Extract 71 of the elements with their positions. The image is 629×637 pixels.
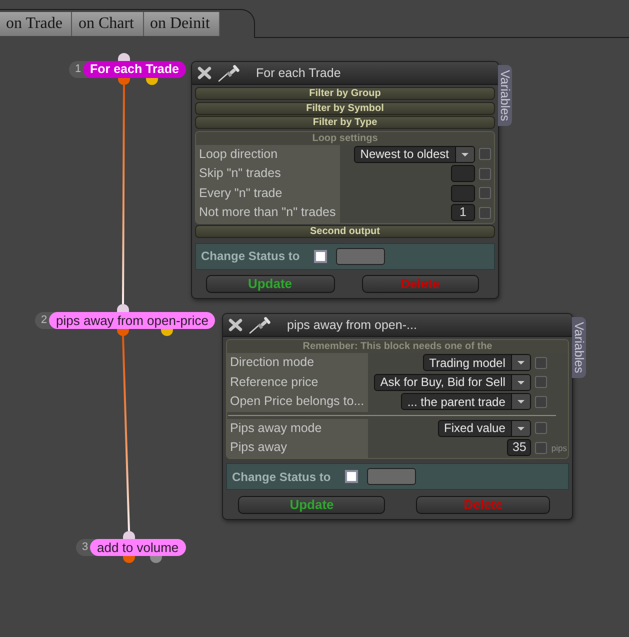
checkbox[interactable] [535,442,548,454]
output-port-icon[interactable] [150,556,162,563]
node-label[interactable]: For each Trade [83,61,186,78]
setting-label: Open Price belongs to... [227,392,368,412]
tab[interactable]: on Chart [72,12,144,36]
checkbox[interactable] [479,148,491,160]
checkbox[interactable] [479,187,491,200]
status-checkbox[interactable] [344,470,358,483]
node-number: 3 [81,540,90,555]
close-icon[interactable] [228,318,243,332]
setting-label: Pips away [227,438,368,458]
checkbox[interactable] [535,396,548,408]
checkbox[interactable] [535,422,548,434]
pin-icon[interactable] [218,64,240,82]
setting-label: Reference price [227,372,368,392]
checkbox[interactable] [535,376,548,388]
caret-icon[interactable] [511,355,530,370]
caret-icon[interactable] [511,374,530,390]
close-icon[interactable] [197,66,212,80]
change-status-label: Change Status to [201,249,300,263]
setting-label: Skip "n" trades [196,164,340,184]
section-header[interactable]: Filter by Type [195,116,495,129]
output-port-icon[interactable] [118,78,130,85]
panel-title: For each Trade [256,66,341,80]
status-checkbox[interactable] [314,250,327,262]
setting-label: Direction mode [227,353,368,372]
number-field[interactable]: 35 [507,439,532,456]
output-port-icon[interactable] [123,556,135,563]
caret-icon[interactable] [455,146,474,162]
setting-label: Every "n" trade [196,184,340,203]
section-header[interactable]: Second output [195,225,495,238]
variables-tab[interactable]: Variables [498,65,512,126]
pin-icon[interactable] [249,316,271,334]
dropdown[interactable]: Trading model [423,354,532,372]
tab[interactable]: on Trade [0,12,72,36]
update-button[interactable]: Update [206,275,334,293]
node-number: 2 [40,313,48,328]
unit-label: pips [551,442,567,453]
input-port-icon[interactable] [123,531,135,539]
status-field[interactable] [336,248,385,264]
caret-icon[interactable] [511,394,530,410]
dropdown[interactable]: Fixed value [438,420,532,437]
caret-icon[interactable] [511,420,530,436]
checkbox[interactable] [535,356,548,369]
section-header[interactable]: Filter by Group [195,87,495,100]
dropdown[interactable]: Ask for Buy, Bid for Sell [374,374,532,391]
change-status-label: Change Status to [232,470,331,484]
setting-label: Pips away mode [227,418,368,438]
update-button[interactable]: Update [238,496,386,514]
number-field[interactable]: 1 [451,204,475,222]
setting-label: Loop direction [196,144,340,164]
setting-label: Not more than "n" trades [196,203,340,222]
dropdown[interactable]: Newest to oldest [354,146,475,163]
variables-tab[interactable]: Variables [572,317,586,378]
output-port-icon[interactable] [161,329,173,336]
panel-title: pips away from open-... [287,318,417,332]
node-number: 1 [74,62,82,77]
dropdown[interactable]: ... the parent trade [401,393,532,410]
checkbox[interactable] [479,206,491,219]
input-port-icon[interactable] [117,304,129,312]
node-label[interactable]: add to volume [90,539,186,556]
section-header[interactable]: Filter by Symbol [195,102,495,114]
tab[interactable]: on Deinit [144,12,220,36]
output-port-icon[interactable] [117,329,129,336]
checkbox[interactable] [479,168,491,180]
number-field[interactable] [451,184,475,202]
number-field[interactable] [451,165,475,182]
node-label[interactable]: pips away from open-price [49,312,216,329]
status-field[interactable] [366,468,416,485]
output-port-icon[interactable] [146,78,158,85]
input-port-icon[interactable] [118,53,130,61]
